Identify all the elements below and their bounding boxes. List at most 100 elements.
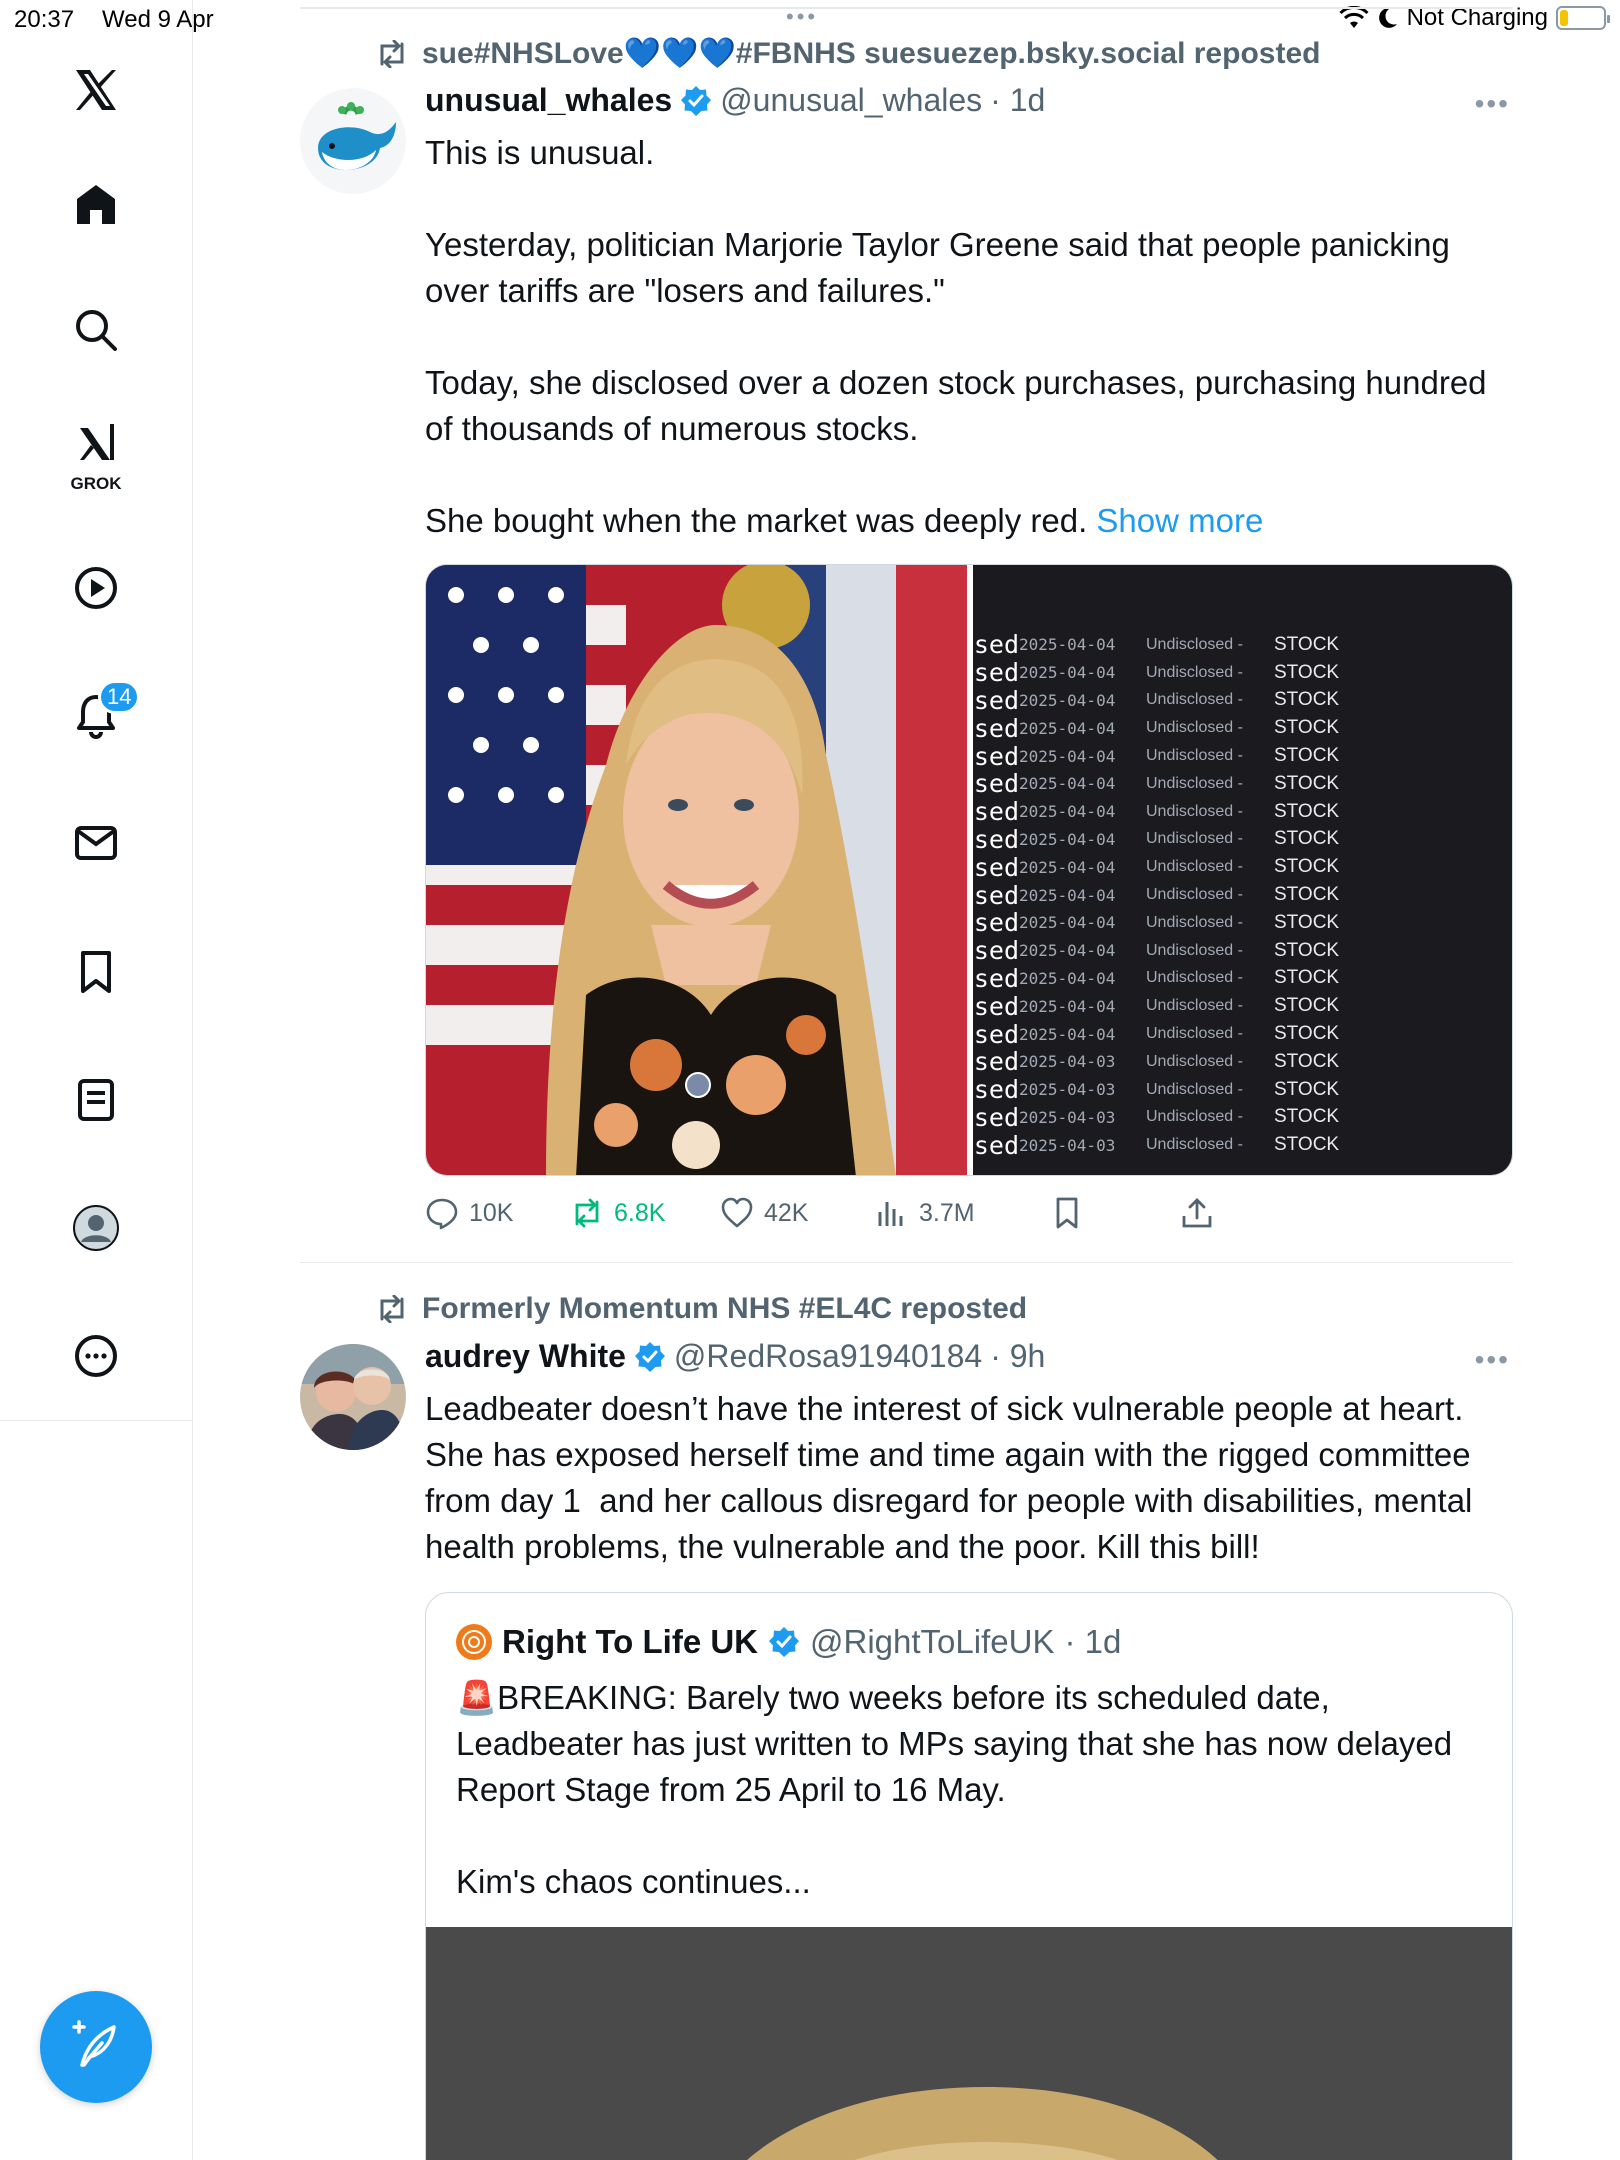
disclosure-row: sed 2025-04-03 Undisclosed - STOCK bbox=[973, 1103, 1512, 1132]
disclosure-row: sed 2025-04-04 Undisclosed - STOCK bbox=[973, 825, 1512, 854]
row-amount: Undisclosed - bbox=[1146, 1052, 1243, 1070]
quoted-author-name: Right To Life UK bbox=[502, 1623, 759, 1660]
post-time[interactable]: · 1d bbox=[990, 82, 1045, 119]
row-date: 2025-04-03 bbox=[1019, 1080, 1116, 1100]
grok-label: GROK bbox=[70, 474, 122, 493]
row-date: 2025-04-04 bbox=[1019, 718, 1116, 738]
repost-button[interactable]: 6.8K bbox=[570, 1196, 665, 1230]
show-more-link[interactable]: Show more bbox=[1096, 502, 1263, 539]
video-icon[interactable] bbox=[56, 548, 136, 628]
share-button[interactable] bbox=[1180, 1196, 1214, 1230]
row-type: STOCK bbox=[1274, 745, 1340, 767]
row-amount: Undisclosed - bbox=[1146, 802, 1243, 820]
view-count: 3.7M bbox=[919, 1198, 975, 1227]
verified-badge-icon bbox=[634, 1341, 665, 1372]
row-type: STOCK bbox=[1274, 995, 1340, 1017]
verified-badge-icon bbox=[681, 85, 712, 116]
disclosure-row: sed 2025-04-04 Undisclosed - STOCK bbox=[973, 963, 1512, 993]
row-prefix: sed bbox=[973, 769, 1019, 799]
row-date: 2025-04-03 bbox=[1019, 1135, 1116, 1155]
post-more-icon[interactable]: ••• bbox=[1475, 1344, 1510, 1376]
row-type: STOCK bbox=[1274, 633, 1340, 655]
row-date: 2025-04-04 bbox=[1019, 996, 1116, 1016]
author-handle[interactable]: @unusual_whales bbox=[720, 82, 982, 119]
wifi-icon bbox=[1339, 6, 1369, 28]
disclosure-row: sed 2025-04-03 Undisclosed - STOCK bbox=[973, 1075, 1512, 1104]
row-amount: Undisclosed - bbox=[1146, 1080, 1243, 1098]
views-button[interactable]: 3.7M bbox=[875, 1196, 975, 1230]
lists-icon[interactable] bbox=[56, 1060, 136, 1140]
notifications-icon[interactable]: 14 bbox=[56, 675, 141, 755]
heart-icon bbox=[721, 1197, 753, 1228]
row-type: STOCK bbox=[1274, 911, 1340, 933]
repost-indicator[interactable]: sue#NHSLove💙💙💙#FBNHS suesuezep.bsky.soci… bbox=[376, 36, 1320, 71]
row-type: STOCK bbox=[1274, 939, 1340, 961]
right-to-life-logo-icon bbox=[456, 1624, 492, 1660]
portrait-photo[interactable] bbox=[426, 565, 967, 1175]
row-amount: Undisclosed - bbox=[1146, 997, 1243, 1015]
row-prefix: sed bbox=[973, 963, 1019, 993]
author-handle[interactable]: @RedRosa91940184 bbox=[674, 1338, 982, 1375]
notifications-badge: 14 bbox=[98, 680, 141, 714]
post-more-icon[interactable]: ••• bbox=[1475, 88, 1510, 120]
repost-action-icon bbox=[575, 1198, 599, 1228]
disclosure-row: sed 2025-04-04 Undisclosed - STOCK bbox=[973, 630, 1512, 659]
disclosure-row: sed 2025-04-04 Undisclosed - STOCK bbox=[973, 853, 1512, 882]
row-amount: Undisclosed - bbox=[1146, 635, 1243, 653]
row-prefix: sed bbox=[973, 991, 1019, 1021]
row-prefix: sed bbox=[973, 936, 1019, 966]
author-name[interactable]: audrey White bbox=[425, 1338, 626, 1375]
battery-icon bbox=[1556, 6, 1610, 30]
row-type: STOCK bbox=[1274, 828, 1340, 850]
row-amount: Undisclosed - bbox=[1146, 913, 1243, 931]
row-date: 2025-04-04 bbox=[1019, 690, 1116, 710]
disclosure-row: sed 2025-04-04 Undisclosed - STOCK bbox=[973, 991, 1512, 1021]
row-date: 2025-04-04 bbox=[1019, 913, 1116, 933]
bookmark-button[interactable] bbox=[1050, 1196, 1084, 1230]
row-amount: Undisclosed - bbox=[1146, 858, 1243, 876]
feed-top-border bbox=[300, 7, 1513, 9]
x-logo-icon[interactable] bbox=[56, 50, 136, 130]
disclosure-row: sed 2025-04-04 Undisclosed - STOCK bbox=[973, 686, 1512, 715]
row-amount: Undisclosed - bbox=[1146, 1025, 1243, 1043]
row-date: 2025-04-04 bbox=[1019, 885, 1116, 905]
disclosure-row: sed 2025-04-04 Undisclosed - STOCK bbox=[973, 658, 1512, 687]
row-prefix: sed bbox=[973, 1047, 1019, 1077]
post-time[interactable]: · 9h bbox=[990, 1338, 1045, 1375]
disclosure-row: sed 2025-04-03 Undisclosed - STOCK bbox=[973, 1047, 1512, 1077]
row-amount: Undisclosed - bbox=[1146, 691, 1243, 709]
quoted-post-header: Right To Life UK @RightToLifeUK · 1d bbox=[456, 1623, 1121, 1661]
search-icon[interactable] bbox=[56, 290, 136, 370]
like-button[interactable]: 42K bbox=[720, 1196, 808, 1230]
author-name[interactable]: unusual_whales bbox=[425, 82, 672, 119]
row-type: STOCK bbox=[1274, 1134, 1340, 1156]
row-prefix: sed bbox=[973, 1130, 1019, 1160]
bookmarks-icon[interactable] bbox=[56, 932, 136, 1012]
more-icon[interactable] bbox=[56, 1316, 136, 1396]
row-type: STOCK bbox=[1274, 689, 1340, 711]
home-icon[interactable] bbox=[56, 164, 136, 244]
repost-count: 6.8K bbox=[614, 1198, 666, 1227]
row-type: STOCK bbox=[1274, 856, 1340, 878]
repost-icon bbox=[380, 1295, 404, 1323]
quoted-post[interactable]: Right To Life UK @RightToLifeUK · 1d 🚨BR… bbox=[425, 1592, 1513, 2160]
row-date: 2025-04-04 bbox=[1019, 774, 1116, 794]
repost-indicator[interactable]: Formerly Momentum NHS #EL4C reposted bbox=[376, 1292, 1027, 1326]
post-media[interactable]: sed 2025-04-04 Undisclosed - STOCK sed 2025-0… bbox=[425, 564, 1513, 1176]
reply-button[interactable]: 10K bbox=[425, 1196, 513, 1230]
sidebar: GROK 14 bbox=[0, 0, 193, 2160]
messages-icon[interactable] bbox=[56, 803, 136, 883]
avatar[interactable] bbox=[300, 1344, 406, 1450]
post-text: This is unusual. Yesterday, politician M… bbox=[425, 130, 1505, 544]
stock-disclosure-screenshot[interactable]: sed 2025-04-04 Undisclosed - STOCK sed 2025-0… bbox=[973, 565, 1512, 1175]
row-prefix: sed bbox=[973, 908, 1019, 938]
compose-post-icon bbox=[72, 2020, 116, 2067]
post-header: unusual_whales @unusual_whales · 1d bbox=[425, 82, 1045, 119]
profile-icon[interactable] bbox=[56, 1188, 136, 1268]
avatar[interactable] bbox=[300, 88, 406, 194]
quoted-post-image[interactable] bbox=[426, 1927, 1512, 2160]
row-amount: Undisclosed - bbox=[1146, 969, 1243, 987]
verified-badge-icon bbox=[769, 1627, 800, 1657]
grok-icon[interactable]: GROK bbox=[56, 412, 136, 493]
compose-post-button[interactable] bbox=[40, 1991, 152, 2103]
